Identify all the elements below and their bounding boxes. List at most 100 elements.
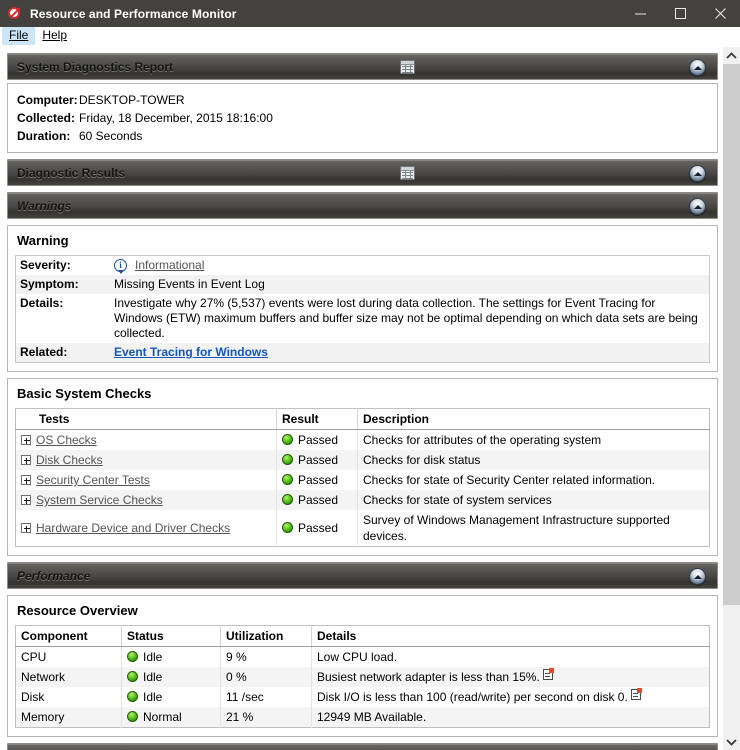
component-value: Network <box>15 667 122 687</box>
result-value: Passed <box>298 453 339 467</box>
resource-overview-panel: Resource Overview Component Status Utili… <box>7 595 718 737</box>
table-row: Disk Idle 11 /sec Disk I/O is less than … <box>15 687 710 707</box>
status-value: Normal <box>143 710 182 724</box>
summary-row-computer: Computer: DESKTOP-TOWER <box>17 93 710 108</box>
menu-item-help[interactable]: Help <box>35 27 74 45</box>
note-annotation-icon[interactable] <box>542 668 554 680</box>
test-name[interactable]: Hardware Device and Driver Checks <box>36 521 230 535</box>
result-value: Passed <box>298 521 339 535</box>
scrollbar-track[interactable] <box>723 64 740 733</box>
warning-details-table: Severity: i Informational Symptom: Missi… <box>15 255 710 363</box>
utilization-value: 21 % <box>220 707 312 728</box>
component-value: Memory <box>15 707 122 728</box>
description-value: Survey of Windows Management Infrastruct… <box>363 513 670 543</box>
minimize-icon[interactable] <box>620 0 660 27</box>
section-header-diagnostic-results[interactable]: Diagnostic Results <box>7 159 718 186</box>
summary-value: Friday, 18 December, 2015 18:16:00 <box>79 111 273 125</box>
expand-icon[interactable] <box>21 523 31 533</box>
test-name[interactable]: OS Checks <box>36 433 97 447</box>
collapse-toggle-button[interactable] <box>689 198 706 215</box>
window-controls <box>620 0 740 27</box>
info-icon: i <box>114 259 127 274</box>
expand-icon[interactable] <box>21 475 31 485</box>
section-title: Diagnostic Results <box>17 165 126 180</box>
summary-row-duration: Duration: 60 Seconds <box>17 129 710 144</box>
expand-icon[interactable] <box>21 435 31 445</box>
table-row: Network Idle 0 % Busiest network adapter… <box>15 667 710 687</box>
description-value: Checks for attributes of the operating s… <box>363 433 602 447</box>
client-area: System Diagnostics Report Computer: DESK… <box>0 46 740 750</box>
table-header-row: Component Status Utilization Details <box>15 625 710 647</box>
maximize-icon[interactable] <box>660 0 700 27</box>
utilization-value: 9 % <box>220 646 312 667</box>
status-dot-icon <box>127 651 138 662</box>
menu-item-help-label: Help <box>42 28 68 42</box>
column-header-details: Details <box>311 625 710 647</box>
expand-icon[interactable] <box>21 455 31 465</box>
section-header-system-diagnostics-report[interactable]: System Diagnostics Report <box>7 53 718 80</box>
table-row: Hardware Device and Driver Checks Passed… <box>15 510 710 547</box>
section-header-warnings[interactable]: Warnings <box>7 192 718 219</box>
app-window: Resource and Performance Monitor File He… <box>0 0 740 750</box>
section-header-performance[interactable]: Performance <box>7 562 718 589</box>
menu-item-file-label: File <box>9 28 29 42</box>
vertical-scrollbar[interactable] <box>722 47 740 750</box>
test-name[interactable]: Security Center Tests <box>36 473 150 487</box>
status-dot-icon <box>127 711 138 722</box>
table-row: OS Checks Passed Checks for attributes o… <box>15 429 710 450</box>
scroll-down-button[interactable] <box>723 733 740 750</box>
report-summary-panel: Computer: DESKTOP-TOWER Collected: Frida… <box>7 83 718 153</box>
status-value: Idle <box>143 670 163 684</box>
summary-label: Duration: <box>17 129 71 143</box>
collapse-toggle-button[interactable] <box>689 59 706 76</box>
menu-bar: File Help <box>0 27 740 46</box>
status-dot-icon <box>127 691 138 702</box>
table-row: Symptom: Missing Events in Event Log <box>15 275 710 294</box>
details-value: Investigate why 27% (5,537) events were … <box>114 296 698 340</box>
basic-system-checks-table: Tests Result Description OS Checks Passe… <box>15 408 710 547</box>
resource-overview-title: Resource Overview <box>17 603 138 618</box>
menu-item-file[interactable]: File <box>2 27 36 45</box>
details-value: Low CPU load. <box>317 650 398 664</box>
severity-value[interactable]: Informational <box>135 258 204 273</box>
window-title: Resource and Performance Monitor <box>30 6 237 21</box>
note-annotation-icon[interactable] <box>630 688 642 700</box>
summary-label: Computer: <box>17 93 78 107</box>
column-header-result: Result <box>276 408 358 430</box>
component-value: CPU <box>15 646 122 667</box>
test-name[interactable]: System Service Checks <box>36 493 163 507</box>
related-label: Related: <box>20 345 68 359</box>
description-value: Checks for state of system services <box>357 490 710 510</box>
title-bar: Resource and Performance Monitor <box>0 0 740 27</box>
expand-icon[interactable] <box>21 495 31 505</box>
details-value: Disk I/O is less than 100 (read/write) p… <box>317 690 628 704</box>
table-row: Security Center Tests Passed Checks for … <box>15 470 710 490</box>
summary-value: DESKTOP-TOWER <box>79 93 185 107</box>
test-name[interactable]: Disk Checks <box>36 453 103 467</box>
table-row: Severity: i Informational <box>16 256 710 276</box>
collapse-toggle-button[interactable] <box>689 165 706 182</box>
details-label: Details: <box>20 296 64 310</box>
scrollbar-thumb[interactable] <box>723 64 740 605</box>
related-link[interactable]: Event Tracing for Windows <box>114 345 268 359</box>
close-icon[interactable] <box>700 0 740 27</box>
status-dot-icon <box>282 474 293 485</box>
column-header-tests: Tests <box>15 408 277 430</box>
description-value: Checks for disk status <box>357 450 710 470</box>
table-grid-icon <box>400 166 415 180</box>
column-header-utilization: Utilization <box>220 625 312 647</box>
summary-label: Collected: <box>17 111 76 125</box>
basic-system-checks-title: Basic System Checks <box>17 386 152 401</box>
section-header-software-configuration[interactable]: Software Configuration <box>7 743 718 750</box>
summary-value: 60 Seconds <box>79 129 143 143</box>
scroll-up-button[interactable] <box>723 47 740 64</box>
basic-system-checks-panel: Basic System Checks Tests Result Descrip… <box>7 378 718 556</box>
warning-panel: Warning Severity: i Informational Sympto… <box>7 225 718 372</box>
symptom-value: Missing Events in Event Log <box>114 277 265 291</box>
utilization-value: 0 % <box>220 667 312 687</box>
chevron-down-icon <box>726 738 737 746</box>
status-dot-icon <box>127 671 138 682</box>
table-grid-icon <box>400 60 415 74</box>
column-header-component: Component <box>15 625 122 647</box>
collapse-toggle-button[interactable] <box>689 568 706 585</box>
